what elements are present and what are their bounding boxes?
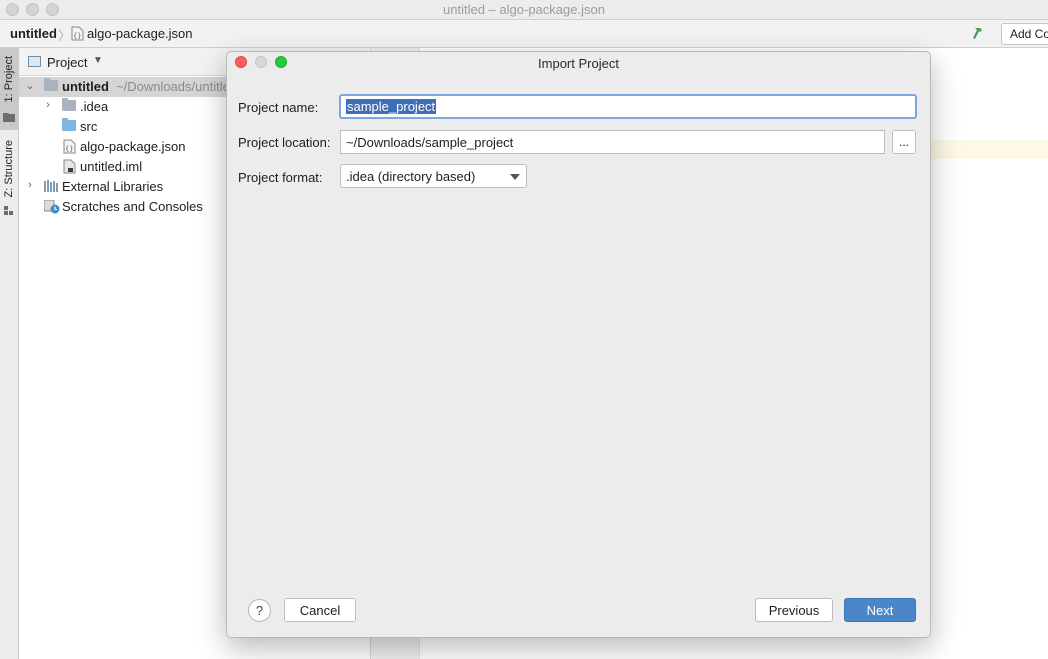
tree-root-path: ~/Downloads/untitled	[116, 79, 238, 94]
tree-item-label: Scratches and Consoles	[62, 199, 203, 214]
project-view-icon	[28, 56, 41, 67]
tree-item-label: .idea	[80, 99, 109, 114]
collapse-arrow-icon[interactable]: ⌄	[25, 79, 35, 92]
module-folder-icon	[44, 78, 58, 91]
import-project-dialog: Import Project Project name: sample_proj…	[226, 51, 931, 638]
dialog-titlebar: Import Project	[227, 52, 930, 74]
project-location-label: Project location:	[238, 135, 331, 150]
tool-tab-project[interactable]: 1: Project	[0, 48, 19, 130]
tree-root-name: untitled	[62, 79, 109, 94]
json-file-icon: {}	[63, 139, 76, 157]
cancel-button[interactable]: Cancel	[284, 598, 356, 622]
help-button[interactable]: ?	[248, 599, 271, 622]
project-format-label: Project format:	[238, 170, 323, 185]
expand-arrow-icon[interactable]: ›	[25, 179, 35, 191]
json-file-icon: {}	[71, 26, 84, 44]
project-name-input[interactable]: sample_project	[339, 94, 917, 119]
chevron-down-icon	[510, 174, 520, 180]
window-title: untitled – algo-package.json	[443, 2, 605, 17]
build-hammer-icon[interactable]	[972, 25, 988, 44]
project-view-selector[interactable]: Project	[47, 55, 87, 70]
add-configuration-button[interactable]: Add Configuration...	[1001, 23, 1048, 45]
next-button[interactable]: Next	[844, 598, 916, 622]
tree-item-label: src	[80, 119, 98, 134]
tool-tab-structure[interactable]: Z: Structure	[0, 140, 19, 220]
browse-button[interactable]: ...	[892, 130, 916, 154]
project-location-input[interactable]	[340, 130, 885, 154]
tree-item-label: External Libraries	[62, 179, 164, 194]
dialog-title: Import Project	[538, 56, 619, 71]
folder-icon	[62, 98, 76, 111]
iml-file-icon	[63, 159, 76, 177]
tool-tab-project-label: 1: Project	[3, 56, 15, 103]
expand-arrow-icon[interactable]: ›	[43, 99, 53, 111]
svg-text:{}: {}	[65, 145, 73, 153]
previous-button[interactable]: Previous	[755, 598, 833, 622]
project-name-value: sample_project	[346, 99, 437, 114]
svg-text:{}: {}	[73, 32, 81, 40]
tree-item-label: untitled.iml	[80, 159, 143, 174]
project-format-select[interactable]: .idea (directory based)	[340, 164, 527, 188]
source-folder-icon	[62, 118, 76, 131]
project-folder-icon	[3, 110, 15, 125]
structure-icon	[4, 204, 14, 219]
editor-current-line	[930, 140, 1048, 159]
breadcrumb-root[interactable]: untitled	[10, 26, 57, 41]
tool-window-strip: 1: Project Z: Structure	[0, 48, 19, 659]
libraries-icon	[44, 180, 58, 196]
window-titlebar: untitled – algo-package.json	[0, 0, 1048, 20]
breadcrumb-file[interactable]: algo-package.json	[87, 26, 193, 41]
chevron-down-icon[interactable]: ▼	[93, 55, 103, 66]
breadcrumb-separator: 〉	[58, 28, 72, 43]
project-name-label: Project name:	[238, 100, 319, 115]
tree-item-label: algo-package.json	[80, 139, 186, 154]
project-format-value: .idea (directory based)	[346, 169, 476, 184]
tool-tab-structure-label: Z: Structure	[3, 140, 15, 198]
navigation-bar: untitled 〉 {} algo-package.json Add Conf…	[0, 20, 1048, 48]
scratches-icon	[43, 199, 60, 217]
